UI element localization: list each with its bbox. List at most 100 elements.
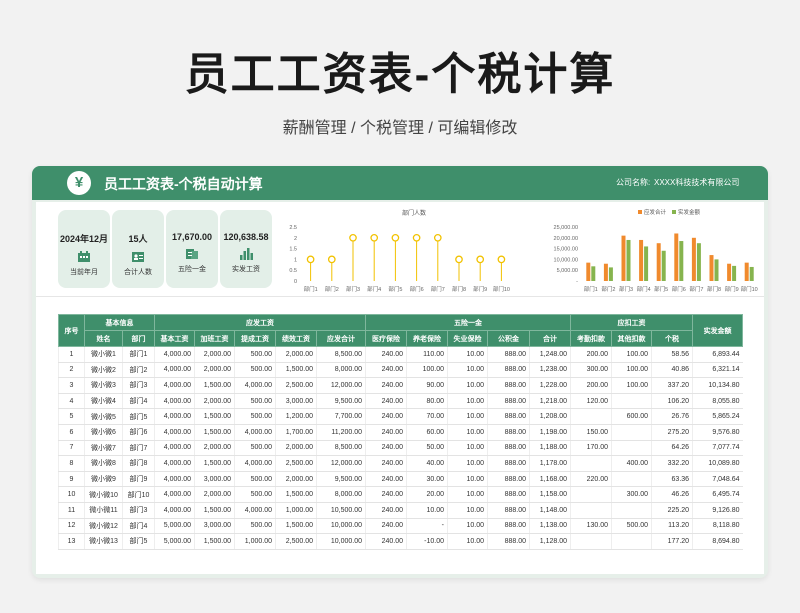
table-cell[interactable]: 1,500.00 [194,502,235,519]
table-cell[interactable]: 4,000.00 [154,440,195,457]
table-cell[interactable]: 6 [58,424,85,441]
table-cell[interactable]: 100.00 [406,362,448,379]
table-cell[interactable]: 220.00 [570,471,612,488]
table-cell[interactable] [570,502,612,519]
table-cell[interactable]: 4,000.00 [234,424,276,441]
table-cell[interactable]: 8,055.80 [692,393,743,410]
table-cell[interactable]: 240.00 [365,424,407,441]
table-cell[interactable]: 3,000.00 [194,471,235,488]
table-cell[interactable]: 500.00 [234,440,276,457]
table-cell[interactable]: 1,000.00 [234,533,276,550]
table-cell[interactable]: 微小微10 [84,486,123,503]
table-cell[interactable]: 9,500.00 [315,393,366,410]
table-cell[interactable]: 200.00 [570,377,612,394]
stat-value[interactable]: 15人 [112,232,164,245]
table-cell[interactable]: 11,200.00 [315,424,366,441]
table-cell[interactable]: 10.00 [447,346,488,363]
table-cell[interactable]: 2,500.00 [275,533,317,550]
table-cell[interactable]: 4,000.00 [154,377,195,394]
table-cell[interactable]: 1,148.00 [529,502,571,519]
table-cell[interactable]: 2,500.00 [275,455,317,472]
table-cell[interactable]: 2,000.00 [194,393,235,410]
table-cell[interactable]: 10,134.80 [692,377,743,394]
table-cell[interactable] [611,424,652,441]
table-cell[interactable]: 20.00 [406,486,448,503]
table-cell[interactable]: 4,000.00 [234,455,276,472]
table-cell[interactable]: 10.00 [447,518,488,535]
table-cell[interactable]: 240.00 [365,377,407,394]
table-cell[interactable]: 1,238.00 [529,362,571,379]
table-cell[interactable]: 200.00 [570,346,612,363]
table-cell[interactable] [570,408,612,425]
table-row[interactable]: 11 微小微11 部门3 4,000.00 1,500.00 4,000.00 1,000.… [58,502,743,519]
table-cell[interactable]: 部门10 [122,486,155,503]
table-row[interactable]: 9 微小微9 部门9 4,000.00 3,000.00 500.00 2,000.00 9,… [58,471,743,488]
table-cell[interactable]: 10.00 [447,440,488,457]
table-cell[interactable]: 1,248.00 [529,346,571,363]
table-cell[interactable]: 微小微8 [84,455,123,472]
table-cell[interactable] [570,533,612,550]
table-cell[interactable]: 5,000.00 [154,533,195,550]
table-row[interactable]: 5 微小微5 部门5 4,000.00 1,500.00 500.00 1,200.00 7,… [58,408,743,425]
table-cell[interactable]: 60.00 [406,424,448,441]
table-cell[interactable]: 8,694.80 [692,533,743,550]
table-cell[interactable]: 400.00 [611,455,652,472]
table-cell[interactable]: 500.00 [234,346,276,363]
table-cell[interactable]: 500.00 [611,518,652,535]
table-cell[interactable]: 10.00 [447,424,488,441]
table-cell[interactable]: 100.00 [611,362,652,379]
table-cell[interactable]: 1,500.00 [275,362,317,379]
table-cell[interactable]: 600.00 [611,408,652,425]
table-cell[interactable]: 888.00 [487,455,530,472]
table-cell[interactable]: 8,500.00 [315,440,366,457]
table-cell[interactable]: 4,000.00 [154,393,195,410]
table-cell[interactable]: 90.00 [406,377,448,394]
table-cell[interactable]: 1,208.00 [529,408,571,425]
table-cell[interactable]: 275.20 [651,424,693,441]
table-cell[interactable]: 2,000.00 [194,346,235,363]
table-cell[interactable]: 1,188.00 [529,440,571,457]
table-cell[interactable]: 1,500.00 [194,533,235,550]
table-cell[interactable]: 63.36 [651,471,693,488]
table-cell[interactable]: 10.00 [447,502,488,519]
table-cell[interactable]: 1,500.00 [194,377,235,394]
table-cell[interactable]: 8,000.00 [315,486,366,503]
table-row[interactable]: 1 微小微1 部门1 4,000.00 2,000.00 500.00 2,000.00 8,… [58,346,743,363]
table-cell[interactable]: 888.00 [487,393,530,410]
table-cell[interactable]: 微小微1 [84,346,123,363]
table-cell[interactable]: 4,000.00 [154,346,195,363]
table-cell[interactable]: 150.00 [570,424,612,441]
table-cell[interactable]: 6,495.74 [692,486,743,503]
table-cell[interactable]: 9,576.80 [692,424,743,441]
table-cell[interactable]: 64.26 [651,440,693,457]
table-cell[interactable]: 106.20 [651,393,693,410]
table-cell[interactable]: 240.00 [365,533,407,550]
table-cell[interactable]: 888.00 [487,471,530,488]
table-cell[interactable]: 888.00 [487,408,530,425]
table-cell[interactable]: 4,000.00 [154,471,195,488]
table-cell[interactable]: 10,500.00 [315,502,366,519]
table-cell[interactable]: 4,000.00 [154,424,195,441]
table-cell[interactable]: 微小微11 [84,502,123,519]
table-cell[interactable]: 4,000.00 [154,408,195,425]
table-cell[interactable]: 1,500.00 [194,408,235,425]
table-cell[interactable]: 1,700.00 [275,424,317,441]
table-cell[interactable]: 8,000.00 [315,362,366,379]
table-cell[interactable]: 2,000.00 [275,440,317,457]
table-cell[interactable]: 888.00 [487,502,530,519]
table-cell[interactable]: 13 [58,533,85,550]
table-row[interactable]: 7 微小微7 部门7 4,000.00 2,000.00 500.00 2,000.00 8,… [58,440,743,457]
table-cell[interactable]: 130.00 [570,518,612,535]
table-cell[interactable]: 1,218.00 [529,393,571,410]
table-cell[interactable]: 6,893.44 [692,346,743,363]
table-cell[interactable]: 8 [58,455,85,472]
table-cell[interactable]: 337.20 [651,377,693,394]
table-cell[interactable]: 4,000.00 [154,486,195,503]
table-cell[interactable]: 240.00 [365,518,407,535]
table-cell[interactable]: 300.00 [611,486,652,503]
table-cell[interactable]: 部门9 [122,471,155,488]
table-cell[interactable]: 10.00 [447,486,488,503]
table-cell[interactable]: 部门7 [122,440,155,457]
table-row[interactable]: 8 微小微8 部门8 4,000.00 1,500.00 4,000.00 2,500.00… [58,455,743,472]
table-cell[interactable]: - [406,518,448,535]
